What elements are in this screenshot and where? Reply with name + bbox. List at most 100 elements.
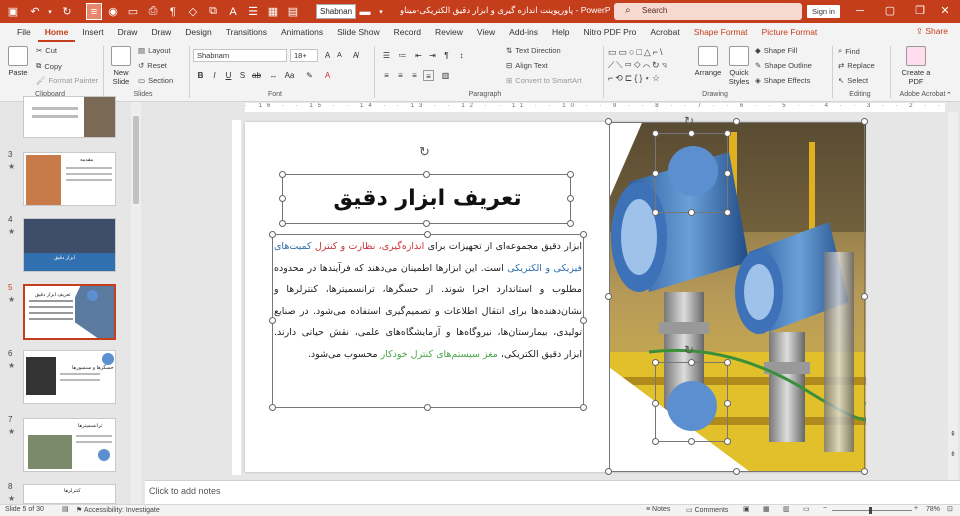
resize-handle[interactable]: [724, 400, 731, 407]
rtl-icon[interactable]: ¶: [166, 3, 180, 20]
font-color-icon[interactable]: A: [322, 70, 333, 81]
resize-handle[interactable]: [567, 195, 574, 202]
decrease-indent-icon[interactable]: ⇤: [413, 50, 424, 61]
align-right-icon[interactable]: ≡: [409, 70, 420, 81]
convert-smartart-button[interactable]: ⊞ Convert to SmartArt: [506, 76, 582, 85]
tab-record[interactable]: Record: [387, 23, 428, 42]
strikethrough-icon[interactable]: ab: [251, 70, 262, 81]
bullets-icon[interactable]: ☰: [381, 50, 392, 61]
align-text-button[interactable]: ⊟ Align Text: [506, 61, 548, 70]
tab-home[interactable]: Home: [37, 23, 76, 42]
select-button[interactable]: ↖ Select: [838, 76, 868, 85]
resize-handle[interactable]: [567, 220, 574, 227]
font-name-dropdown[interactable]: Shabnam: [193, 49, 287, 62]
resize-handle[interactable]: [605, 118, 612, 125]
tab-picture-format[interactable]: Picture Format: [755, 23, 825, 42]
columns-icon[interactable]: ▥: [440, 70, 451, 81]
close-icon[interactable]: ✕: [930, 0, 960, 23]
paste-button[interactable]: Paste: [6, 46, 30, 77]
increase-indent-icon[interactable]: ⇥: [427, 50, 438, 61]
tab-view[interactable]: View: [470, 23, 502, 42]
comments-toggle[interactable]: ▭ Comments: [686, 506, 728, 514]
accessibility-status[interactable]: ⚑ Accessibility: Investigate: [76, 506, 160, 514]
undo-dropdown-icon[interactable]: ▾: [46, 3, 54, 20]
picture-icon[interactable]: ▦: [266, 3, 280, 20]
zoom-in-icon[interactable]: +: [914, 505, 918, 512]
resize-handle[interactable]: [279, 195, 286, 202]
resize-handle[interactable]: [688, 438, 695, 445]
section-button[interactable]: ▭ Section: [138, 76, 173, 85]
save-icon[interactable]: ▣: [6, 3, 20, 20]
change-case-icon[interactable]: Aa: [284, 70, 295, 81]
tab-acrobat[interactable]: Acrobat: [643, 23, 686, 42]
shadow-icon[interactable]: S: [237, 70, 248, 81]
customize-qat-icon[interactable]: ▾: [376, 3, 386, 20]
search-box[interactable]: ⌕ Search: [614, 3, 802, 20]
reading-view-icon[interactable]: ▥: [783, 505, 790, 513]
replace-button[interactable]: ⇄ Replace: [838, 61, 875, 70]
resize-handle[interactable]: [605, 468, 612, 475]
resize-handle[interactable]: [688, 359, 695, 366]
highlight-icon[interactable]: ✎: [304, 70, 315, 81]
fit-slide-icon[interactable]: ⊡: [947, 505, 953, 513]
slide-title[interactable]: تعریف ابزار دقیق: [284, 175, 571, 223]
decorative-circle-bottom[interactable]: [667, 381, 717, 431]
resize-handle[interactable]: [724, 209, 731, 216]
resize-handle[interactable]: [688, 130, 695, 137]
resize-handle[interactable]: [605, 293, 612, 300]
char-spacing-icon[interactable]: ↔: [268, 70, 279, 81]
shape-outline-button[interactable]: ✎ Shape Outline: [755, 61, 812, 70]
tab-nitro-pdf[interactable]: Nitro PDF Pro: [576, 23, 643, 42]
layout-button[interactable]: ▤ Layout: [138, 46, 171, 55]
quick-styles-button[interactable]: Quick Styles: [726, 46, 752, 86]
resize-handle[interactable]: [724, 130, 731, 137]
table-icon[interactable]: ▤: [286, 3, 300, 20]
zoom-slider-thumb[interactable]: [869, 507, 872, 514]
resize-handle[interactable]: [724, 359, 731, 366]
shapes-gallery[interactable]: ▭▭○□△⌐\ ⟋⟍▭◇⌒↻◹ ⌐⟲⊏{}⋆☆: [608, 46, 688, 86]
restore-icon[interactable]: ▢: [875, 0, 905, 23]
shape-effects-button[interactable]: ◈ Shape Effects: [755, 76, 810, 85]
resize-handle[interactable]: [567, 171, 574, 178]
tab-draw-2[interactable]: Draw: [144, 23, 178, 42]
resize-handle[interactable]: [580, 404, 587, 411]
shrink-font-icon[interactable]: A: [334, 50, 345, 61]
tab-file[interactable]: File: [10, 23, 38, 42]
resize-handle[interactable]: [580, 231, 587, 238]
tab-review[interactable]: Review: [428, 23, 470, 42]
tab-help[interactable]: Help: [545, 23, 576, 42]
present-icon[interactable]: ◉: [106, 3, 120, 20]
normal-view-icon[interactable]: ▣: [743, 505, 750, 513]
shape-icon[interactable]: ◇: [186, 3, 200, 20]
slide-thumbnail[interactable]: کنترلرها: [23, 484, 116, 504]
tab-animations[interactable]: Animations: [274, 23, 330, 42]
minimize-icon[interactable]: ─: [845, 0, 875, 23]
tab-add-ins[interactable]: Add-ins: [502, 23, 545, 42]
zoom-level[interactable]: 78%: [926, 506, 940, 513]
resize-handle[interactable]: [279, 220, 286, 227]
notes-pane[interactable]: Click to add notes: [145, 480, 960, 504]
picture-selection-frame[interactable]: [609, 122, 865, 472]
notes-toggle[interactable]: ≡ Notes: [646, 506, 670, 513]
tab-design[interactable]: Design: [178, 23, 218, 42]
justify-icon[interactable]: ≡: [423, 70, 434, 81]
tab-slide-show[interactable]: Slide Show: [330, 23, 387, 42]
arrange-icon[interactable]: ⧉: [206, 3, 220, 20]
resize-handle[interactable]: [861, 118, 868, 125]
zoom-out-icon[interactable]: −: [823, 505, 827, 512]
undo-icon[interactable]: ↶: [28, 3, 42, 20]
rotate-handle-icon[interactable]: ↻: [684, 343, 694, 357]
grow-font-icon[interactable]: A: [322, 50, 333, 61]
resize-handle[interactable]: [733, 468, 740, 475]
zoom-slider[interactable]: [832, 510, 912, 511]
align-center-icon[interactable]: ≡: [395, 70, 406, 81]
bullets-icon[interactable]: ☰: [246, 3, 260, 20]
cut-button[interactable]: ✂ Cut: [36, 46, 57, 55]
resize-handle[interactable]: [733, 118, 740, 125]
text-direction-button[interactable]: ⇅ Text Direction: [506, 46, 561, 55]
resize-handle[interactable]: [724, 170, 731, 177]
tab-transitions[interactable]: Transitions: [219, 23, 274, 42]
shape-fill-button[interactable]: ◆ Shape Fill: [755, 46, 797, 55]
slide-thumbnail[interactable]: ابزار دقیق: [23, 218, 116, 272]
resize-handle[interactable]: [724, 438, 731, 445]
